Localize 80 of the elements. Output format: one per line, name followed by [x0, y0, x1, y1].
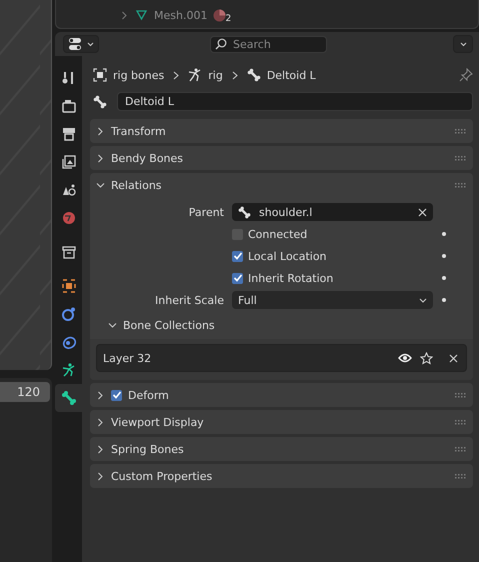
panel-title: Spring Bones	[111, 442, 185, 456]
editor-type-button[interactable]	[63, 35, 99, 53]
remove-icon[interactable]	[449, 354, 458, 362]
image-icon	[60, 154, 76, 170]
sphere-icon	[213, 8, 226, 22]
toggles-icon	[68, 38, 84, 50]
collection-name: Layer 32	[103, 352, 152, 364]
clear-icon[interactable]	[418, 208, 427, 216]
ring-icon	[60, 334, 76, 350]
panel-title: Deform	[128, 388, 170, 402]
star-icon[interactable]	[420, 352, 433, 364]
caret-icon	[419, 298, 427, 302]
pin-icon[interactable]	[459, 68, 473, 82]
panel-title: Relations	[111, 178, 163, 192]
panel-header[interactable]: Deform	[90, 383, 473, 407]
breadcrumb-item: rig	[208, 68, 223, 82]
panel-header[interactable]: Custom Properties	[90, 464, 473, 488]
shapes-icon	[60, 182, 76, 198]
drag-handle-icon[interactable]	[455, 128, 467, 134]
caret-icon	[460, 42, 466, 46]
drag-handle-icon[interactable]	[455, 156, 467, 160]
search-icon	[215, 38, 227, 50]
drag-handle-icon[interactable]	[455, 446, 467, 452]
panel-title: Transform	[111, 124, 167, 138]
square-icon	[60, 278, 76, 294]
figure-icon	[188, 68, 202, 82]
field-label: Inherit Scale	[154, 294, 225, 306]
panel-header[interactable]: Spring Bones	[90, 437, 473, 461]
bone-icon	[238, 206, 251, 218]
parent-field[interactable]: shoulder.l	[232, 203, 433, 221]
subpanel-title: Bone Collections	[123, 318, 215, 332]
breadcrumb-item: rig bones	[113, 68, 164, 82]
box-icon	[60, 244, 76, 260]
inherit-scale-dropdown[interactable]: Full	[232, 291, 433, 309]
drag-handle-icon[interactable]	[455, 182, 467, 188]
user-count: 2	[225, 14, 232, 24]
checkbox[interactable]	[232, 250, 243, 262]
bone-name-field[interactable]: Deltoid L	[117, 92, 473, 111]
chevron-icon	[232, 70, 238, 80]
checkbox-label[interactable]: Connected	[248, 228, 308, 240]
checkbox[interactable]	[111, 390, 122, 400]
checkbox-label[interactable]: Local Location	[248, 250, 327, 262]
object-name[interactable]: Mesh.001	[154, 8, 208, 22]
bone-icon	[60, 390, 76, 406]
panel-header[interactable]: Viewport Display	[90, 410, 473, 434]
triangle-icon	[135, 9, 148, 21]
panel-header[interactable]: Transform	[90, 119, 473, 143]
figure-icon	[60, 362, 76, 378]
bone-icon	[93, 94, 107, 108]
bone-collection-item[interactable]: Layer 32	[96, 344, 467, 372]
keyframe-dot-icon[interactable]	[442, 254, 446, 258]
drag-handle-icon[interactable]	[455, 420, 467, 424]
keyframe-dot-icon[interactable]	[442, 276, 446, 280]
panel-title: Viewport Display	[111, 416, 205, 428]
panel-header[interactable]: Relations	[90, 173, 473, 197]
camera-icon	[60, 98, 76, 114]
panel-title: Bendy Bones	[111, 152, 184, 164]
checkbox[interactable]	[232, 272, 243, 284]
bone-tab[interactable]	[55, 384, 82, 412]
caret-icon	[87, 42, 94, 46]
panel-title: Custom Properties	[111, 470, 214, 482]
field-label: Parent	[188, 206, 225, 218]
keyframe-dot-icon[interactable]	[442, 298, 446, 302]
bone-icon	[246, 68, 261, 82]
frame-field[interactable]: 120	[0, 382, 50, 402]
printer-icon	[60, 126, 76, 142]
options-dropdown-button[interactable]	[453, 35, 473, 53]
square-icon	[93, 68, 107, 82]
chevron-icon	[173, 70, 180, 80]
panel-header[interactable]: Bendy Bones	[90, 146, 473, 170]
subpanel-header[interactable]: Bone Collections	[90, 313, 473, 337]
checkbox-label[interactable]: Inherit Rotation	[248, 272, 334, 284]
drag-handle-icon[interactable]	[455, 474, 467, 478]
search-field[interactable]: Search	[210, 36, 327, 52]
breadcrumb-item: Deltoid L	[266, 68, 316, 82]
eye-icon[interactable]	[398, 353, 412, 363]
orbit-icon	[60, 306, 76, 322]
keyframe-dot-icon[interactable]	[442, 232, 446, 236]
chevron-icon[interactable]	[120, 10, 129, 20]
drag-handle-icon[interactable]	[455, 392, 467, 398]
